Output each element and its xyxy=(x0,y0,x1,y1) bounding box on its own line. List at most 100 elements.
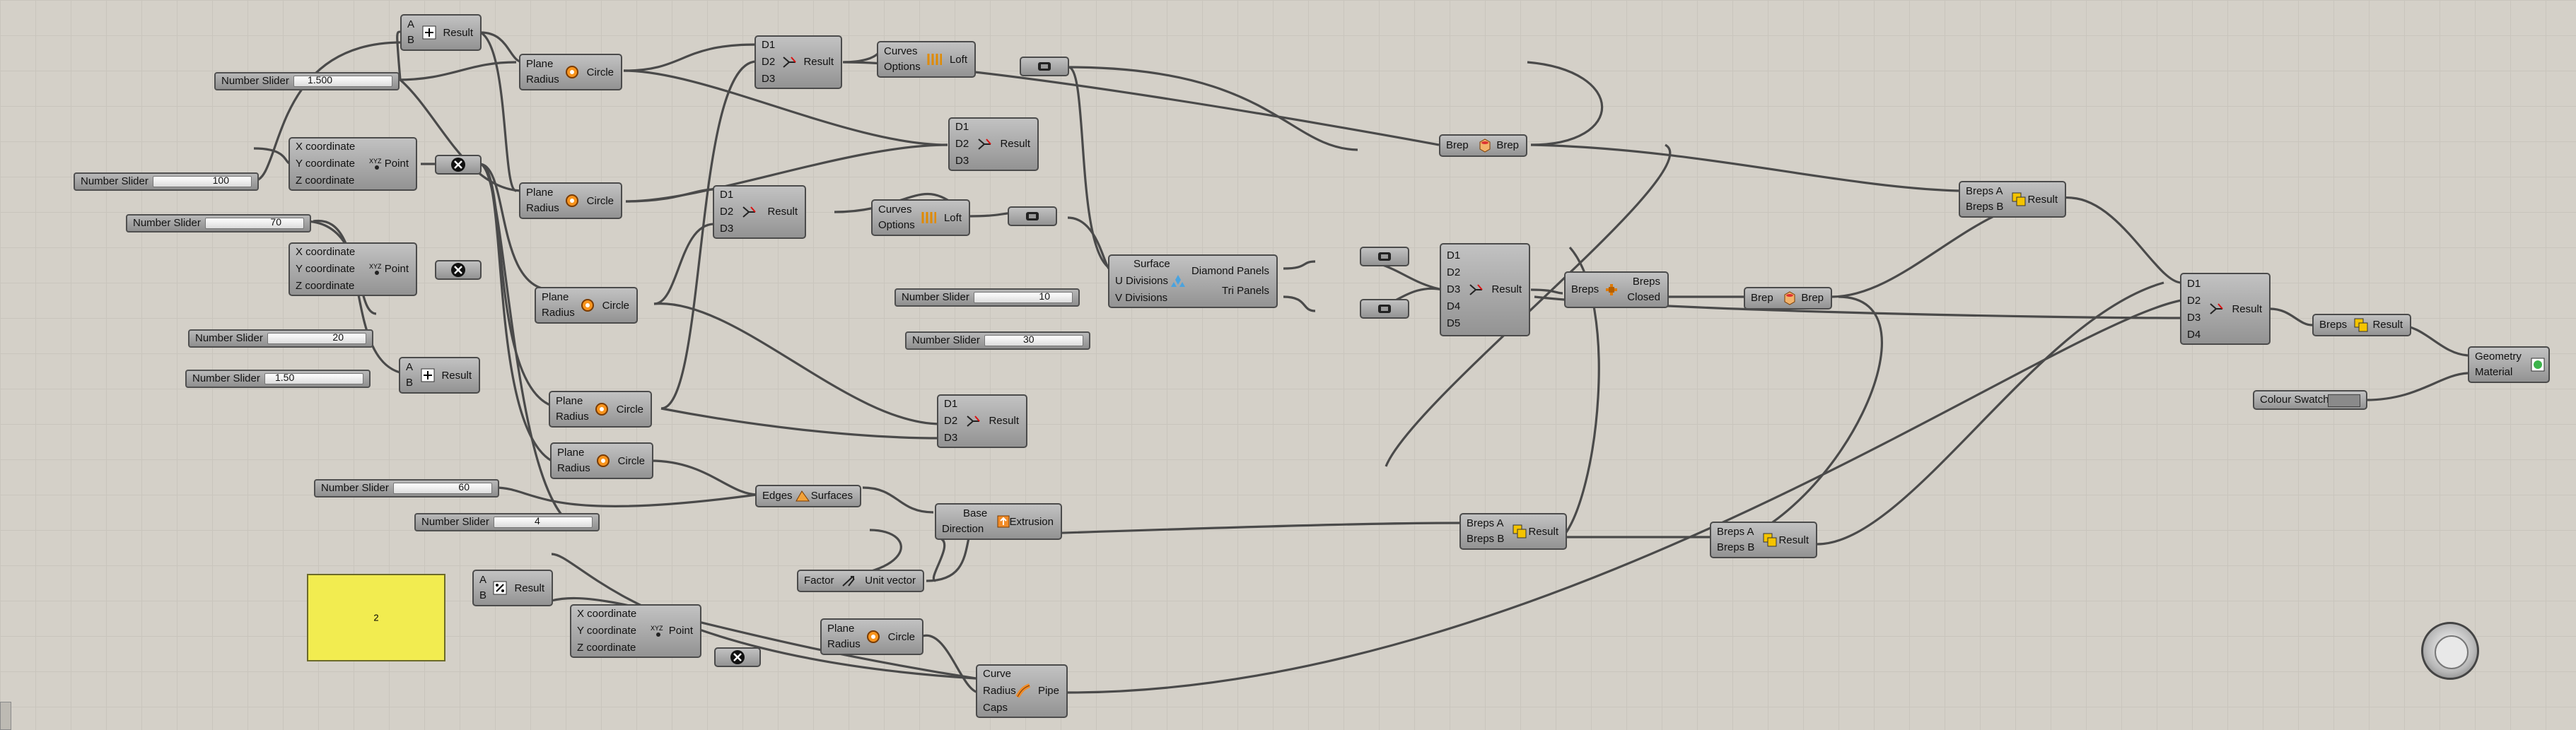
slider-track[interactable] xyxy=(153,176,252,187)
input-curves[interactable]: Curves xyxy=(878,203,912,217)
multiplication-component[interactable] xyxy=(714,647,761,667)
input-d3[interactable]: D3 xyxy=(2187,311,2201,325)
input-d1[interactable]: D1 xyxy=(944,397,957,411)
canvas-scroll-handle[interactable] xyxy=(0,702,11,730)
output-circle[interactable]: Circle xyxy=(888,630,915,644)
slider-value[interactable]: 70 xyxy=(270,216,281,228)
number-slider-v-divisions[interactable]: Number Slider 30 xyxy=(905,331,1090,350)
boundary-surfaces-component[interactable]: Edges Surfaces xyxy=(755,485,861,507)
surface-param[interactable] xyxy=(1020,57,1069,76)
unit-vector-component[interactable]: Factor Unit vector xyxy=(797,570,924,592)
input-d3[interactable]: D3 xyxy=(944,431,957,445)
input-plane[interactable]: Plane xyxy=(526,57,553,71)
input-radius[interactable]: Radius xyxy=(542,306,575,320)
slider-value[interactable]: 20 xyxy=(332,331,344,343)
input-z[interactable]: Z coordinate xyxy=(296,279,354,293)
circle-component[interactable]: Plane Radius Circle xyxy=(550,442,653,479)
input-breps-a[interactable]: Breps A xyxy=(1467,517,1504,531)
input-d4[interactable]: D4 xyxy=(2187,328,2201,342)
merge-component[interactable]: D1 D2 D3 Result xyxy=(713,185,806,239)
colour-swatch-chip[interactable] xyxy=(2328,394,2360,407)
input-y[interactable]: Y coordinate xyxy=(296,262,355,276)
output-result[interactable]: Result xyxy=(1528,525,1558,539)
slider-value[interactable]: 100 xyxy=(213,175,229,186)
input-x[interactable]: X coordinate xyxy=(577,607,636,621)
number-slider-20[interactable]: Number Slider 20 xyxy=(188,329,373,348)
cap-brep-component[interactable]: Brep Brep xyxy=(1744,287,1832,310)
pipe-component[interactable]: Curve Radius Caps Pipe xyxy=(976,664,1068,718)
construct-point-component[interactable]: X coordinate Y coordinate Z coordinate X… xyxy=(289,242,417,296)
input-brep[interactable]: Brep xyxy=(1446,139,1469,153)
input-direction[interactable]: Direction xyxy=(942,522,984,536)
input-breps[interactable]: Breps xyxy=(1571,283,1599,297)
input-breps[interactable]: Breps xyxy=(2319,318,2347,332)
circle-component[interactable]: Plane Radius Circle xyxy=(535,287,638,324)
multiplication-component[interactable] xyxy=(435,260,482,280)
input-x[interactable]: X coordinate xyxy=(296,245,355,259)
output-result[interactable]: Result xyxy=(2372,318,2403,332)
join-breps-component[interactable]: Breps Breps Closed xyxy=(1564,271,1669,308)
input-d3[interactable]: D3 xyxy=(955,154,969,168)
colour-swatch-component[interactable]: Colour Swatch xyxy=(2253,390,2367,410)
circle-component[interactable]: Plane Radius Circle xyxy=(519,182,622,219)
slider-track[interactable] xyxy=(494,517,593,528)
loft-component[interactable]: Curves Options Loft xyxy=(877,41,976,78)
input-d1[interactable]: D1 xyxy=(2187,277,2201,291)
merge-component[interactable]: D1 D2 D3 D4 D5 Result xyxy=(1440,243,1530,336)
input-d4[interactable]: D4 xyxy=(1447,300,1460,314)
input-d5[interactable]: D5 xyxy=(1447,317,1460,331)
input-d2[interactable]: D2 xyxy=(944,414,957,428)
output-brep[interactable]: Brep xyxy=(1496,139,1519,153)
input-radius[interactable]: Radius xyxy=(983,684,1016,698)
input-surface[interactable]: Surface xyxy=(1133,257,1170,271)
solid-union-component[interactable]: Breps Result xyxy=(2312,314,2411,336)
circle-component[interactable]: Plane Radius Circle xyxy=(519,54,622,90)
slider-track[interactable] xyxy=(974,292,1073,303)
input-breps-a[interactable]: Breps A xyxy=(1717,525,1754,539)
cap-brep-component[interactable]: Brep Brep xyxy=(1439,134,1527,157)
input-b[interactable]: B xyxy=(407,33,414,47)
output-diamond-panels[interactable]: Diamond Panels xyxy=(1191,264,1269,278)
input-a[interactable]: A xyxy=(407,18,414,32)
input-u-divisions[interactable]: U Divisions xyxy=(1115,274,1168,288)
construct-point-component[interactable]: X coordinate Y coordinate Z coordinate X… xyxy=(570,604,701,658)
output-circle[interactable]: Circle xyxy=(587,194,614,208)
input-options[interactable]: Options xyxy=(884,60,921,74)
output-circle[interactable]: Circle xyxy=(602,299,629,313)
input-b[interactable]: B xyxy=(479,589,486,603)
brep-param[interactable] xyxy=(1360,247,1409,266)
input-radius[interactable]: Radius xyxy=(827,637,861,652)
output-closed[interactable]: Closed xyxy=(1627,290,1660,305)
output-pipe[interactable]: Pipe xyxy=(1038,684,1059,698)
input-geometry[interactable]: Geometry xyxy=(2475,350,2522,364)
solid-difference-component[interactable]: Breps A Breps B Result xyxy=(1710,522,1817,558)
input-z[interactable]: Z coordinate xyxy=(296,174,354,188)
text-panel[interactable]: 2 xyxy=(307,574,445,661)
output-result[interactable]: Result xyxy=(443,26,473,40)
output-tri-panels[interactable]: Tri Panels xyxy=(1222,284,1269,298)
output-point[interactable]: Point xyxy=(669,624,693,638)
number-slider-height[interactable]: Number Slider 70 xyxy=(126,214,311,232)
output-surfaces[interactable]: Surfaces xyxy=(811,489,853,503)
input-a[interactable]: A xyxy=(406,360,413,375)
circle-component[interactable]: Plane Radius Circle xyxy=(549,391,652,428)
output-point[interactable]: Point xyxy=(385,262,409,276)
input-curves[interactable]: Curves xyxy=(884,45,918,59)
solid-difference-component[interactable]: Breps A Breps B Result xyxy=(1959,181,2066,218)
output-circle[interactable]: Circle xyxy=(587,66,614,80)
output-unit-vector[interactable]: Unit vector xyxy=(865,574,916,588)
input-d2[interactable]: D2 xyxy=(2187,294,2201,308)
number-slider-radius[interactable]: Number Slider 1.500 xyxy=(214,72,400,90)
loft-component[interactable]: Curves Options Loft xyxy=(871,199,970,236)
merge-component[interactable]: D1 D2 D3 Result xyxy=(754,35,842,89)
input-d2[interactable]: D2 xyxy=(720,205,733,219)
solid-difference-component[interactable]: Breps A Breps B Result xyxy=(1459,513,1567,550)
input-v-divisions[interactable]: V Divisions xyxy=(1115,291,1167,305)
output-result[interactable]: Result xyxy=(803,55,834,69)
slider-value[interactable]: 1.500 xyxy=(308,74,332,86)
input-breps-b[interactable]: Breps B xyxy=(1467,532,1504,546)
input-d1[interactable]: D1 xyxy=(955,120,969,134)
input-caps[interactable]: Caps xyxy=(983,701,1008,715)
output-result[interactable]: Result xyxy=(2027,193,2058,207)
input-x[interactable]: X coordinate xyxy=(296,140,355,154)
